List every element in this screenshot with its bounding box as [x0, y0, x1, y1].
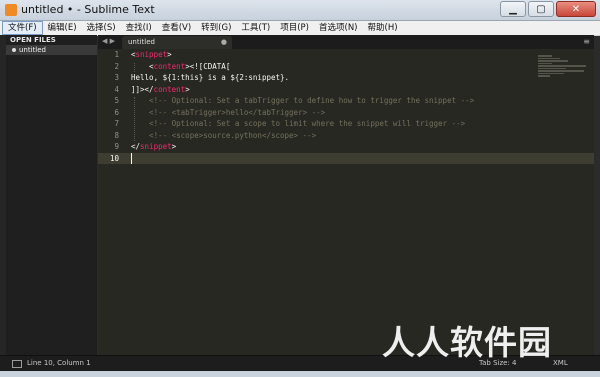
text-cursor [131, 153, 132, 164]
code-line: <!-- Optional: Set a tabTrigger to defin… [131, 95, 474, 107]
tab-untitled[interactable]: untitled ● [122, 36, 232, 49]
current-line-highlight [98, 152, 594, 164]
tab-next-icon[interactable]: ▶ [110, 37, 115, 45]
code-token: > [167, 50, 172, 59]
watermark-text: 人人软件园 [382, 323, 552, 362]
tab-prev-icon[interactable]: ◀ [102, 37, 107, 45]
xml-tag-name: content [153, 61, 186, 71]
line-number: 8 [114, 130, 119, 140]
sublime-logo-icon [5, 4, 17, 16]
code-token: > [185, 84, 190, 94]
title-bar: untitled • - Sublime Text ▁ ▢ ✕ [0, 0, 600, 21]
code-comment: <!-- Optional: Set a scope to limit wher… [131, 119, 466, 128]
minimap[interactable] [538, 55, 590, 78]
code-token: ><![CDATA[ [185, 61, 231, 71]
line-number: 3 [114, 73, 119, 82]
syntax-selector[interactable]: XML [553, 359, 568, 367]
code-token: </ [131, 142, 141, 151]
tab-bar: ◀ ▶ untitled ● ≡ [98, 35, 594, 49]
menu-goto[interactable]: 转到(G) [196, 21, 236, 35]
minimap-line [538, 67, 566, 69]
menu-view[interactable]: 查看(V) [157, 21, 196, 35]
maximize-button[interactable]: ▢ [528, 1, 554, 17]
code-comment: <!-- <tabTrigger>hello</tabTrigger> --> [131, 107, 326, 117]
code-line: <content><![CDATA[ [131, 61, 230, 73]
tab-close-icon[interactable]: ● [221, 38, 227, 46]
minimap-line [538, 57, 560, 59]
panel-toggle-icon[interactable] [12, 360, 22, 368]
code-editor[interactable]: 1 2 3 4 5 6 7 8 9 10 <snippet> <content>… [98, 49, 594, 355]
line-number-gutter: 1 2 3 4 5 6 7 8 9 10 [98, 49, 124, 355]
line-number: 2 [114, 61, 119, 71]
line-number: 5 [114, 96, 119, 105]
code-token: Hello, ${1:this} is a ${2:snippet}. [131, 73, 290, 82]
cursor-position: Line 10, Column 1 [27, 359, 91, 367]
line-number-active: 10 [109, 153, 119, 163]
xml-tag-name: snippet [140, 142, 172, 151]
sidebar-file-label: untitled [19, 46, 47, 54]
sidebar-file-untitled[interactable]: untitled [6, 45, 97, 55]
minimize-button[interactable]: ▁ [500, 1, 526, 17]
tab-menu-icon[interactable]: ≡ [583, 37, 590, 46]
close-button[interactable]: ✕ [556, 1, 596, 17]
xml-tag-name: snippet [135, 50, 168, 59]
code-line: </snippet> [131, 141, 176, 153]
tab-label: untitled [128, 38, 156, 46]
menu-help[interactable]: 帮助(H) [363, 21, 403, 35]
code-line: Hello, ${1:this} is a ${2:snippet}. [131, 72, 289, 84]
code-token: ]]></ [131, 84, 154, 94]
menu-selection[interactable]: 选择(S) [82, 21, 121, 35]
menu-bar: 文件(F) 编辑(E) 选择(S) 查找(I) 查看(V) 转到(G) 工具(T… [0, 21, 600, 36]
menu-edit[interactable]: 编辑(E) [43, 21, 82, 35]
unsaved-dot-icon [12, 48, 16, 52]
line-number: 1 [114, 50, 119, 59]
menu-project[interactable]: 项目(P) [275, 21, 314, 35]
code-line: ]]></content> [131, 84, 190, 96]
minimap-line [538, 75, 550, 77]
line-number: 4 [114, 84, 119, 94]
code-comment: <!-- <scope>source.python</scope> --> [131, 130, 317, 140]
menu-preferences[interactable]: 首选项(N) [314, 21, 363, 35]
xml-tag-name: content [153, 84, 186, 94]
code-line: <!-- <tabTrigger>hello</tabTrigger> --> [131, 107, 325, 119]
open-files-header: OPEN FILES [10, 36, 56, 44]
minimap-line [538, 70, 584, 72]
window-controls: ▁ ▢ ✕ [500, 1, 596, 17]
menu-tools[interactable]: 工具(T) [236, 21, 275, 35]
minimap-line [538, 62, 552, 64]
code-line: <!-- <scope>source.python</scope> --> [131, 130, 316, 142]
window-title: untitled • - Sublime Text [21, 3, 155, 16]
code-token: < [131, 61, 154, 71]
code-line: <snippet> [131, 49, 172, 61]
minimap-line [538, 60, 568, 62]
menu-file[interactable]: 文件(F) [2, 21, 43, 35]
tab-navigation: ◀ ▶ [102, 37, 115, 45]
sidebar: OPEN FILES untitled [6, 35, 97, 355]
line-number: 7 [114, 119, 119, 128]
code-token: > [171, 142, 177, 151]
minimap-line [538, 55, 552, 57]
minimap-line [538, 72, 564, 74]
window-bottom-frame [0, 371, 600, 377]
menu-find[interactable]: 查找(I) [121, 21, 157, 35]
line-number: 6 [114, 107, 119, 117]
line-number: 9 [114, 142, 119, 151]
code-line: <!-- Optional: Set a scope to limit wher… [131, 118, 465, 130]
code-comment: <!-- Optional: Set a tabTrigger to defin… [131, 96, 475, 105]
minimap-line [538, 65, 586, 67]
